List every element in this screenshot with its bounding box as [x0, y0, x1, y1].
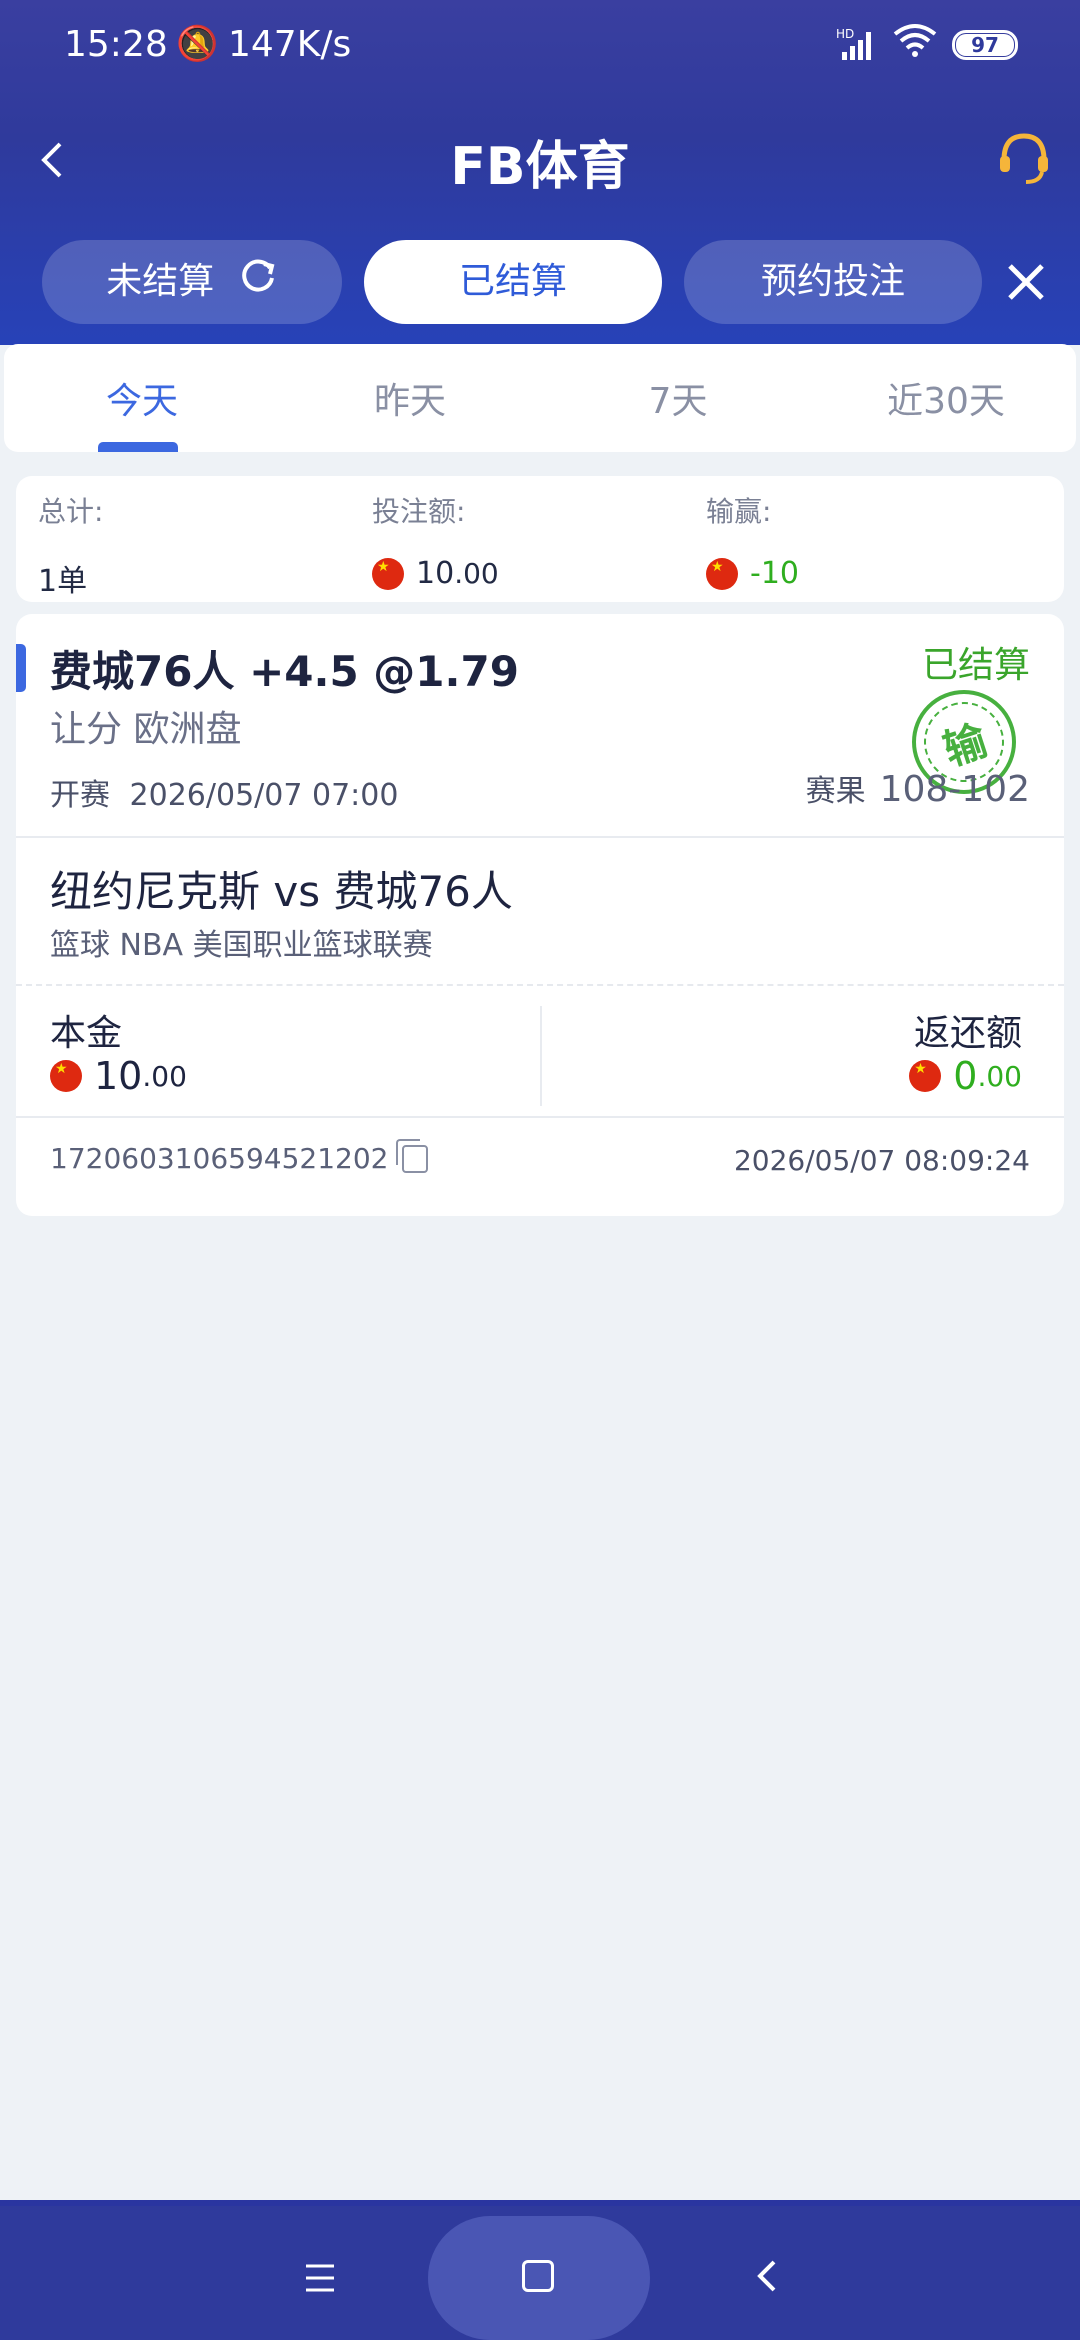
customer-service-button[interactable] [994, 128, 1054, 188]
status-time: 15:28 [64, 24, 168, 65]
summary-stake-value: 10.00 [372, 556, 499, 591]
recent-apps-button[interactable] [290, 2248, 350, 2308]
bet-selection: 费城76人 +4.5 @1.79 [50, 647, 519, 696]
match-start-time: 2026/05/07 07:00 [129, 778, 399, 813]
segment-unsettled-label: 未结算 [106, 261, 215, 302]
divider [16, 836, 1064, 838]
system-back-button[interactable] [738, 2246, 798, 2306]
return-decimal: .00 [977, 1059, 1022, 1093]
principal-label: 本金 [50, 1013, 123, 1054]
order-time: 2026/05/07 08:09:24 [733, 1144, 1030, 1177]
winloss-amount: -10 [750, 556, 799, 591]
date-tabs: 今天 昨天 7天 近30天 [4, 344, 1076, 452]
principal-integer: 10 [94, 1054, 143, 1098]
summary-total-label: 总计: [38, 495, 104, 528]
cny-flag-icon [909, 1060, 942, 1092]
order-id: 1720603106594521202 [50, 1138, 429, 1175]
battery-level: 97 [956, 34, 1014, 56]
header-background: 15:28 🔕 147K/s HD 97 FB体育 未结算 已结算 预约投注 [0, 0, 1080, 345]
principal-decimal: .00 [142, 1059, 187, 1093]
cny-flag-icon [372, 557, 404, 590]
wifi-icon [892, 22, 938, 67]
close-button[interactable] [996, 252, 1056, 312]
tab-7days[interactable]: 7天 [578, 372, 778, 424]
segment-settled[interactable]: 已结算 [364, 240, 662, 324]
network-speed: 147K/s [228, 24, 352, 65]
bet-status: 已结算 [921, 645, 1030, 686]
headset-icon [1000, 133, 1048, 184]
segment-unsettled[interactable]: 未结算 [42, 240, 342, 324]
card-accent-bar [16, 644, 26, 692]
summary-winloss-value: -10 [706, 556, 799, 591]
league-info: 篮球 NBA 美国职业篮球联赛 [50, 928, 433, 963]
page-title: FB体育 [450, 137, 630, 197]
match-result: 赛果 108-102 [806, 766, 1030, 810]
signal-hd-label: HD [836, 27, 854, 41]
tab-yesterday[interactable]: 昨天 [310, 372, 510, 424]
stake-integer: 10 [416, 556, 455, 591]
bell-muted-icon: 🔕 [176, 24, 219, 64]
vertical-divider [540, 1006, 542, 1106]
close-icon [1008, 264, 1044, 300]
summary-panel: 总计: 1单 投注额: 10.00 输赢: -10 [16, 476, 1064, 602]
tab-30days[interactable]: 近30天 [846, 372, 1046, 424]
summary-total: 总计: 1单 [38, 490, 103, 600]
system-nav-bar [0, 2200, 1080, 2340]
dashed-divider [16, 984, 1064, 986]
stake-decimal: .00 [454, 557, 499, 590]
nav-bar: FB体育 [0, 110, 1080, 210]
return-value: 0.00 [909, 1054, 1022, 1098]
battery-icon: 97 [952, 30, 1018, 60]
summary-total-value: 1单 [38, 564, 88, 599]
settlement-segments: 未结算 已结算 预约投注 [0, 222, 1080, 342]
summary-winloss: 输赢: -10 [706, 490, 799, 591]
return-integer: 0 [953, 1054, 978, 1098]
refresh-icon[interactable] [238, 241, 278, 325]
segment-reserved[interactable]: 预约投注 [684, 240, 982, 324]
bet-market: 让分 欧洲盘 [50, 709, 242, 750]
chevron-left-icon [757, 2260, 776, 2292]
status-bar: 15:28 🔕 147K/s HD 97 [0, 0, 1080, 90]
copy-icon[interactable] [396, 1138, 429, 1173]
match-start: 开赛 2026/05/07 07:00 [50, 770, 398, 814]
summary-winloss-label: 输赢: [706, 495, 772, 528]
cny-flag-icon [50, 1060, 82, 1092]
summary-stake-label: 投注额: [372, 495, 466, 528]
return-label: 返还额 [913, 1013, 1022, 1054]
match-teams: 纽约尼克斯 vs 费城76人 [50, 867, 513, 916]
match-start-label: 开赛 [50, 778, 110, 813]
active-tab-indicator [98, 442, 178, 452]
bet-card[interactable]: 费城76人 +4.5 @1.79 已结算 让分 欧洲盘 输 开赛 2026/05… [16, 614, 1064, 1216]
divider [16, 1116, 1064, 1118]
summary-stake: 投注额: 10.00 [372, 490, 499, 591]
home-button[interactable] [428, 2216, 650, 2340]
cny-flag-icon [706, 557, 738, 590]
tab-today[interactable]: 今天 [42, 372, 242, 424]
match-score: 108-102 [879, 769, 1030, 810]
menu-icon [306, 2264, 334, 2292]
home-square-icon [522, 2260, 554, 2292]
order-id-text: 1720603106594521202 [50, 1142, 389, 1175]
signal-icon: HD [836, 26, 880, 69]
principal-value: 10.00 [50, 1054, 187, 1098]
match-result-label: 赛果 [805, 774, 866, 809]
